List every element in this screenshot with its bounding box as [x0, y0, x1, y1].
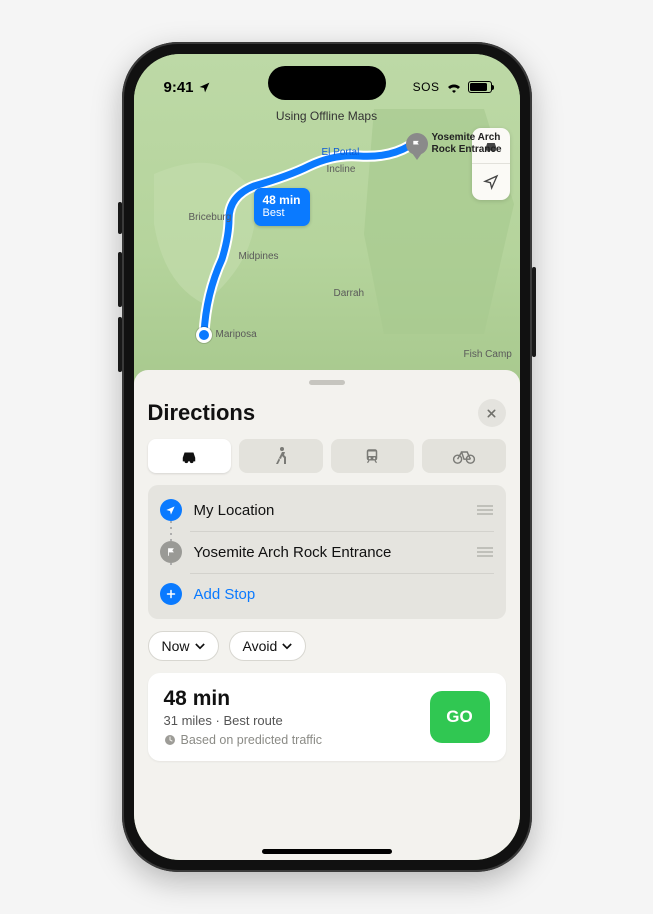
close-button[interactable]: [478, 399, 506, 427]
map-label-briceburg: Briceburg: [189, 212, 232, 223]
battery-icon: [468, 81, 492, 93]
offline-banner: Using Offline Maps: [276, 109, 377, 123]
map-label-darrah: Darrah: [334, 288, 365, 299]
waypoint-origin[interactable]: My Location: [148, 489, 506, 531]
go-button[interactable]: GO: [430, 691, 490, 743]
walk-icon: [274, 446, 288, 466]
status-time: 9:41: [164, 79, 194, 96]
transport-mode-segmented: [148, 439, 506, 473]
route-card[interactable]: 48 min 31 miles · Best route Based on pr…: [148, 673, 506, 761]
map-label-destination: Yosemite ArchRock Entrance: [432, 132, 502, 155]
map-tracking-button[interactable]: [472, 164, 510, 200]
wifi-icon: [446, 81, 462, 93]
plus-circle-icon: [160, 583, 182, 605]
flag-icon: [411, 139, 422, 150]
mode-cycle[interactable]: [422, 439, 506, 473]
waypoint-add-stop[interactable]: Add Stop: [148, 573, 506, 615]
transit-icon: [363, 447, 381, 465]
dynamic-island: [268, 66, 386, 100]
route-bubble-time: 48 min: [263, 193, 301, 207]
reorder-handle-icon[interactable]: [476, 505, 494, 515]
sheet-grabber[interactable]: [309, 380, 345, 385]
waypoint-origin-label: My Location: [194, 502, 464, 519]
avoid-label: Avoid: [243, 638, 278, 654]
mode-walk[interactable]: [239, 439, 323, 473]
route-bubble-note: Best: [263, 207, 301, 220]
directions-sheet[interactable]: Directions: [134, 370, 520, 860]
avoid-button[interactable]: Avoid: [229, 631, 307, 661]
route-time-label: 48 min: [164, 687, 323, 711]
clock-icon: [164, 734, 176, 746]
status-sos: SOS: [413, 80, 440, 94]
location-icon: [198, 81, 211, 94]
waypoint-destination[interactable]: Yosemite Arch Rock Entrance: [148, 531, 506, 573]
location-arrow-icon: [483, 174, 499, 190]
map-label-elportal: El Portal: [322, 147, 360, 158]
waypoint-destination-label: Yosemite Arch Rock Entrance: [194, 544, 464, 561]
map-label-midpines: Midpines: [239, 251, 279, 262]
go-button-label: GO: [446, 707, 472, 727]
mode-drive[interactable]: [148, 439, 232, 473]
waypoint-add-label: Add Stop: [194, 586, 494, 603]
map-label-incline: Incline: [327, 164, 356, 175]
depart-time-label: Now: [162, 638, 190, 654]
route-traffic-note: Based on predicted traffic: [164, 733, 323, 747]
car-icon: [178, 448, 200, 464]
waypoints-list: My Location Yosemite Arch Rock Entrance: [148, 485, 506, 619]
sheet-title: Directions: [148, 400, 256, 426]
home-indicator[interactable]: [262, 849, 392, 854]
chevron-down-icon: [195, 643, 205, 650]
map-label-mariposa: Mariposa: [216, 329, 257, 340]
mode-transit[interactable]: [331, 439, 415, 473]
bike-icon: [452, 448, 476, 464]
route-time-bubble[interactable]: 48 min Best: [254, 188, 310, 226]
current-location-dot[interactable]: [196, 327, 212, 343]
destination-pin[interactable]: [406, 133, 428, 155]
chevron-down-icon: [282, 643, 292, 650]
location-dot-icon: [160, 499, 182, 521]
depart-time-button[interactable]: Now: [148, 631, 219, 661]
flag-circle-icon: [160, 541, 182, 563]
reorder-handle-icon[interactable]: [476, 547, 494, 557]
map-label-fishcamp: Fish Camp: [464, 349, 512, 360]
close-icon: [486, 408, 497, 419]
route-distance-label: 31 miles · Best route: [164, 713, 323, 728]
